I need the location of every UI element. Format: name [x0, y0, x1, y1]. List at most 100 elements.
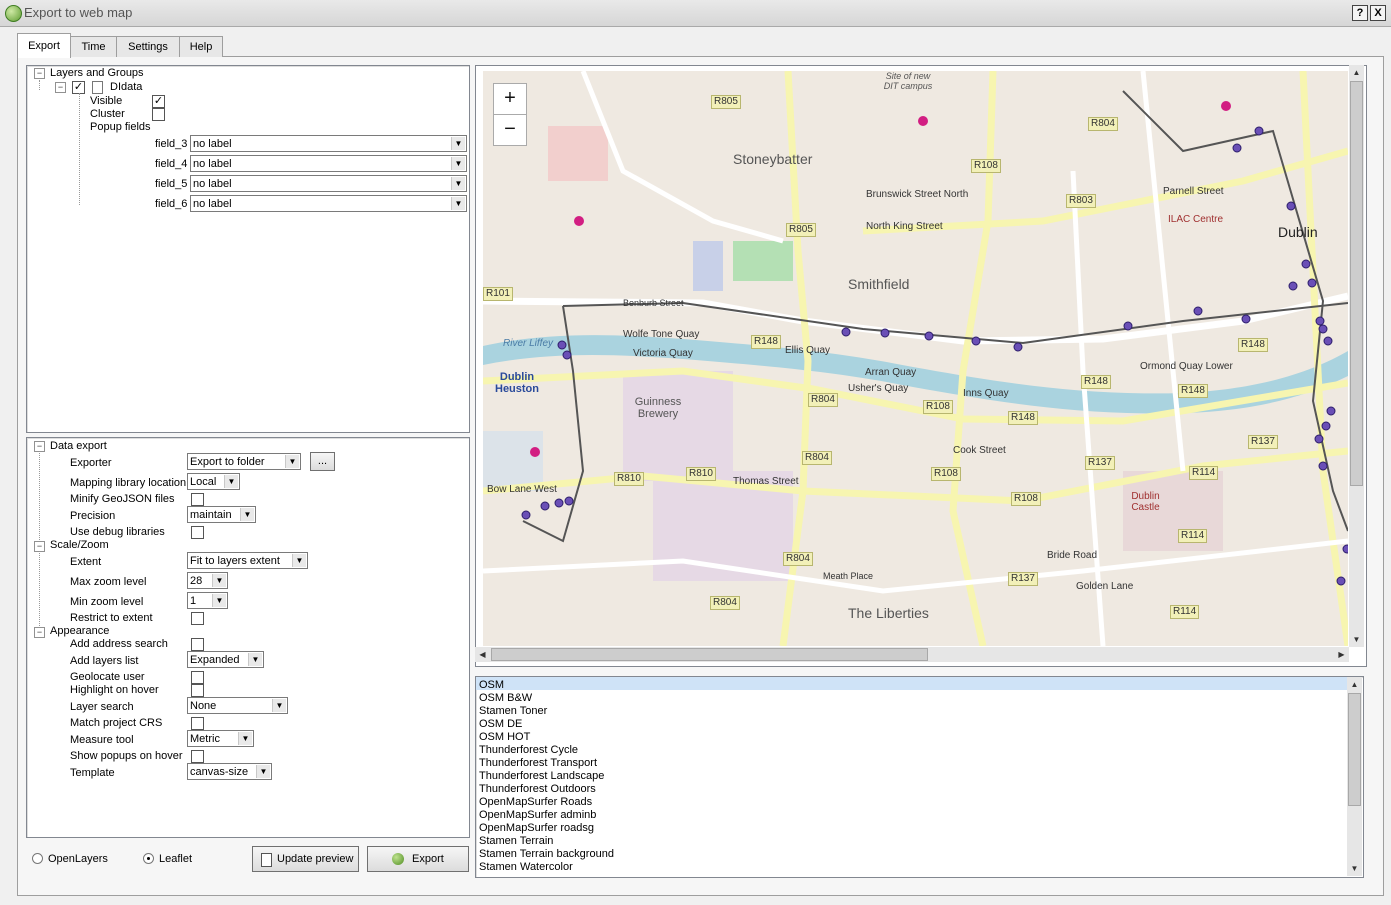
minzoom-select[interactable]: 1 ▼ — [187, 592, 228, 609]
tab-export[interactable]: Export — [17, 33, 71, 58]
basemap-item[interactable]: OSM HOT — [479, 731, 530, 743]
scroll-right-icon[interactable]: ▶ — [1334, 647, 1349, 662]
basemap-item[interactable]: Thunderforest Cycle — [479, 744, 578, 756]
layersearch-label: Layer search — [70, 701, 134, 713]
geolocate-checkbox[interactable] — [191, 671, 204, 684]
cluster-checkbox[interactable] — [152, 108, 165, 121]
crs-checkbox[interactable] — [191, 717, 204, 730]
highlight-checkbox[interactable] — [191, 684, 204, 697]
road-shield: R804 — [1088, 117, 1118, 131]
basemap-item[interactable]: OSM DE — [479, 718, 522, 730]
scroll-up-icon[interactable]: ▲ — [1349, 65, 1364, 80]
collapse-icon[interactable]: − — [34, 441, 45, 452]
map-street-label: Brunswick Street North — [866, 189, 969, 200]
road-shield: R148 — [1081, 375, 1111, 389]
exporter-select[interactable]: Export to folder ▼ — [187, 453, 301, 470]
basemap-item[interactable]: Stamen Terrain — [479, 835, 553, 847]
template-select[interactable]: canvas-size ▼ — [187, 763, 272, 780]
scroll-left-icon[interactable]: ◀ — [475, 647, 490, 662]
road-shield: R114 — [1178, 529, 1208, 543]
map-street-label: Usher's Quay — [848, 383, 909, 394]
leaflet-radio[interactable] — [143, 853, 154, 864]
update-preview-button[interactable]: Update preview — [252, 846, 359, 872]
maplib-select[interactable]: Local ▼ — [187, 473, 240, 490]
map-preview[interactable]: Stoneybatter Smithfield Dublin Guinness … — [483, 71, 1348, 646]
tree-line — [79, 93, 80, 205]
road-shield: R804 — [710, 596, 740, 610]
visible-checkbox[interactable]: ✓ — [152, 95, 165, 108]
precision-select[interactable]: maintain ▼ — [187, 506, 256, 523]
measure-select[interactable]: Metric ▼ — [187, 730, 254, 747]
basemap-item[interactable]: Thunderforest Outdoors — [479, 783, 596, 795]
road-shield: R804 — [783, 552, 813, 566]
field-4-select[interactable]: no label ▼ — [190, 155, 467, 172]
visible-label: Visible — [90, 95, 123, 107]
basemap-item[interactable]: OpenMapSurfer Roads — [479, 796, 592, 808]
address-checkbox[interactable] — [191, 638, 204, 651]
basemap-item[interactable]: Stamen Watercolor — [479, 861, 573, 873]
basemap-item[interactable]: OSM B&W — [479, 692, 532, 704]
close-button[interactable]: X — [1370, 5, 1386, 21]
scroll-down-icon[interactable]: ▼ — [1349, 632, 1364, 647]
road-shield: R108 — [1011, 492, 1041, 506]
road-shield: R108 — [931, 467, 961, 481]
browse-button[interactable]: ... — [310, 452, 335, 471]
basemap-item[interactable]: OSM — [479, 679, 504, 691]
field-5-select[interactable]: no label ▼ — [190, 175, 467, 192]
tab-settings[interactable]: Settings — [116, 36, 180, 57]
zoom-in-button[interactable]: + — [493, 83, 527, 115]
road-shield: R101 — [483, 287, 513, 301]
field-3-select[interactable]: no label ▼ — [190, 135, 467, 152]
collapse-icon[interactable]: − — [55, 82, 66, 93]
basemap-item[interactable]: Stamen Toner — [479, 705, 547, 717]
map-vertical-scrollbar[interactable]: ▲ ▼ — [1349, 65, 1364, 647]
minify-checkbox[interactable] — [191, 493, 204, 506]
basemap-item[interactable]: OpenMapSurfer adminb — [479, 809, 596, 821]
scroll-thumb[interactable] — [1348, 693, 1361, 806]
scroll-thumb[interactable] — [1350, 81, 1363, 486]
tab-time[interactable]: Time — [70, 36, 117, 57]
basemap-item[interactable]: Thunderforest Transport — [479, 757, 597, 769]
scroll-down-icon[interactable]: ▼ — [1347, 861, 1362, 876]
list-vertical-scrollbar[interactable]: ▲ ▼ — [1347, 677, 1362, 876]
field-label: field_3 — [155, 138, 188, 150]
map-place-label: Guinness Brewery — [634, 396, 682, 420]
zoom-out-button[interactable]: − — [493, 114, 527, 146]
basemap-item[interactable]: Stamen Terrain background — [479, 848, 614, 860]
scroll-thumb[interactable] — [491, 648, 928, 661]
basemap-item[interactable]: OpenMapSurfer roadsg — [479, 822, 594, 834]
layersearch-select[interactable]: None ▼ — [187, 697, 288, 714]
measure-label: Measure tool — [70, 734, 134, 746]
restrict-label: Restrict to extent — [70, 612, 153, 624]
field-6-select[interactable]: no label ▼ — [190, 195, 467, 212]
debug-checkbox[interactable] — [191, 526, 204, 539]
collapse-icon[interactable]: − — [34, 627, 45, 638]
field-value: no label — [193, 138, 232, 150]
basemap-item[interactable]: Thunderforest Landscape — [479, 770, 604, 782]
road-shield: R148 — [751, 335, 781, 349]
restrict-checkbox[interactable] — [191, 612, 204, 625]
layerslist-select[interactable]: Expanded ▼ — [187, 651, 264, 668]
popups-checkbox[interactable] — [191, 750, 204, 763]
scroll-up-icon[interactable]: ▲ — [1347, 677, 1362, 692]
map-horizontal-scrollbar[interactable]: ◀ ▶ — [475, 647, 1349, 662]
collapse-icon[interactable]: − — [34, 68, 45, 79]
export-icon — [392, 853, 404, 865]
tab-help[interactable]: Help — [179, 36, 223, 57]
dropdown-arrow-icon: ▼ — [292, 554, 306, 567]
map-street-label: Arran Quay — [865, 367, 917, 378]
app-icon — [5, 5, 22, 22]
maxzoom-select[interactable]: 28 ▼ — [187, 572, 228, 589]
layerslist-label: Add layers list — [70, 655, 139, 667]
collapse-icon[interactable]: − — [34, 541, 45, 552]
extent-select[interactable]: Fit to layers extent ▼ — [187, 552, 308, 569]
openlayers-radio[interactable] — [32, 853, 43, 864]
select-value: Metric — [190, 733, 220, 745]
help-button[interactable]: ? — [1352, 5, 1368, 21]
field-label: field_4 — [155, 158, 188, 170]
map-street-label: Thomas Street — [733, 476, 799, 487]
export-button[interactable]: Export — [367, 846, 469, 872]
crs-label: Match project CRS — [70, 717, 163, 729]
dropdown-arrow-icon: ▼ — [451, 157, 465, 170]
road-shield: R810 — [686, 467, 716, 481]
